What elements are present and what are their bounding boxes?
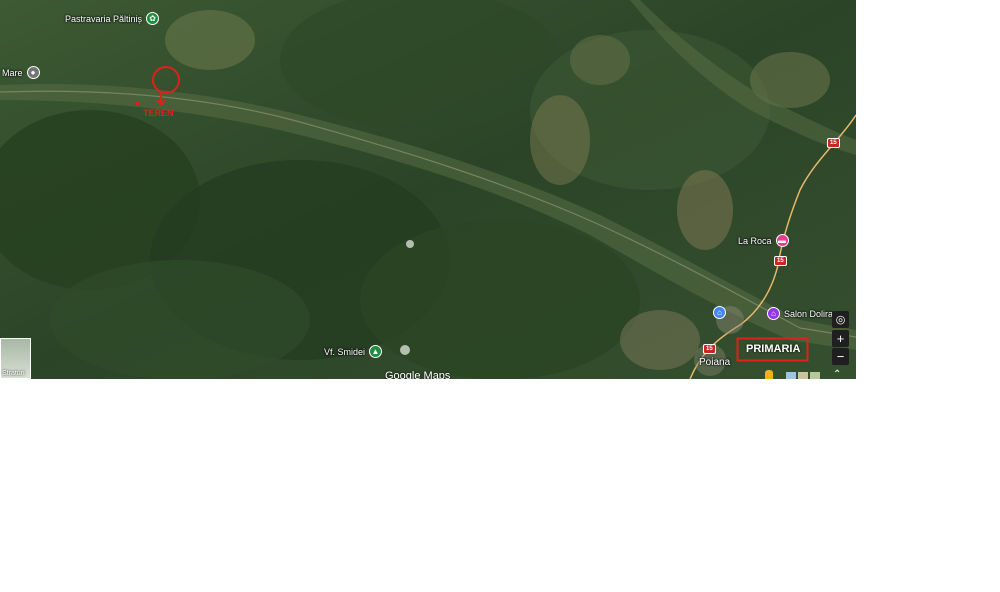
google-maps-attribution: Google Maps (385, 370, 451, 379)
place-pin-icon: ● (26, 66, 40, 79)
pegman-icon[interactable] (765, 370, 773, 379)
terrain-thumb-icon[interactable] (798, 372, 808, 379)
poi-mare[interactable]: Mare ● (2, 66, 40, 79)
poi-la-roca[interactable]: La Roca ▬ (738, 234, 789, 247)
road-shield: 15 (703, 344, 716, 354)
my-location-button[interactable]: ◎ (832, 311, 849, 328)
peak-icon: ▲ (369, 345, 383, 358)
map-view[interactable]: Pastravaria Păltiniș ✿ Mare ● La Roca ▬ … (0, 0, 856, 379)
crosshair-icon: ◎ (835, 314, 846, 326)
poi-label: Vf. Smidei (324, 346, 366, 357)
teren-annotation: TEREN (143, 108, 174, 118)
poi-salon-dolira[interactable]: ⌂ Salon Dolira (767, 307, 833, 320)
road-shield: 15 (774, 256, 787, 266)
expand-chevron-icon[interactable]: ⌃ (833, 369, 841, 379)
home-icon: ⌂ (713, 306, 726, 319)
poi-label: Salon Dolira (784, 308, 834, 319)
road-shield: 15 (827, 138, 840, 148)
poi-home[interactable]: ⌂ (713, 306, 726, 319)
hotel-icon: ▬ (775, 234, 789, 247)
fish-restaurant-icon: ✿ (146, 12, 160, 25)
shopping-icon: ⌂ (767, 307, 780, 320)
poi-vf-smidei[interactable]: Vf. Smidei ▲ (324, 345, 383, 358)
zoom-out-button[interactable]: − (832, 348, 849, 365)
layers-label: Straturi (2, 370, 25, 377)
poi-label: Mare (2, 67, 23, 78)
poi-pastravaria[interactable]: Pastravaria Păltiniș ✿ (65, 12, 160, 25)
poi-poiana[interactable]: Poiana (699, 357, 730, 368)
poi-label: La Roca (738, 235, 772, 246)
map-thumb-icon[interactable] (810, 372, 820, 379)
primaria-annotation: PRIMARIA (746, 343, 801, 355)
poi-label: Pastravaria Păltiniș (65, 13, 143, 24)
satellite-imagery (0, 0, 856, 379)
layers-button[interactable]: Straturi (0, 338, 31, 379)
zoom-in-button[interactable]: + (832, 330, 849, 347)
poi-label: Poiana (699, 357, 731, 368)
imagery-thumb-icon[interactable] (786, 372, 796, 379)
